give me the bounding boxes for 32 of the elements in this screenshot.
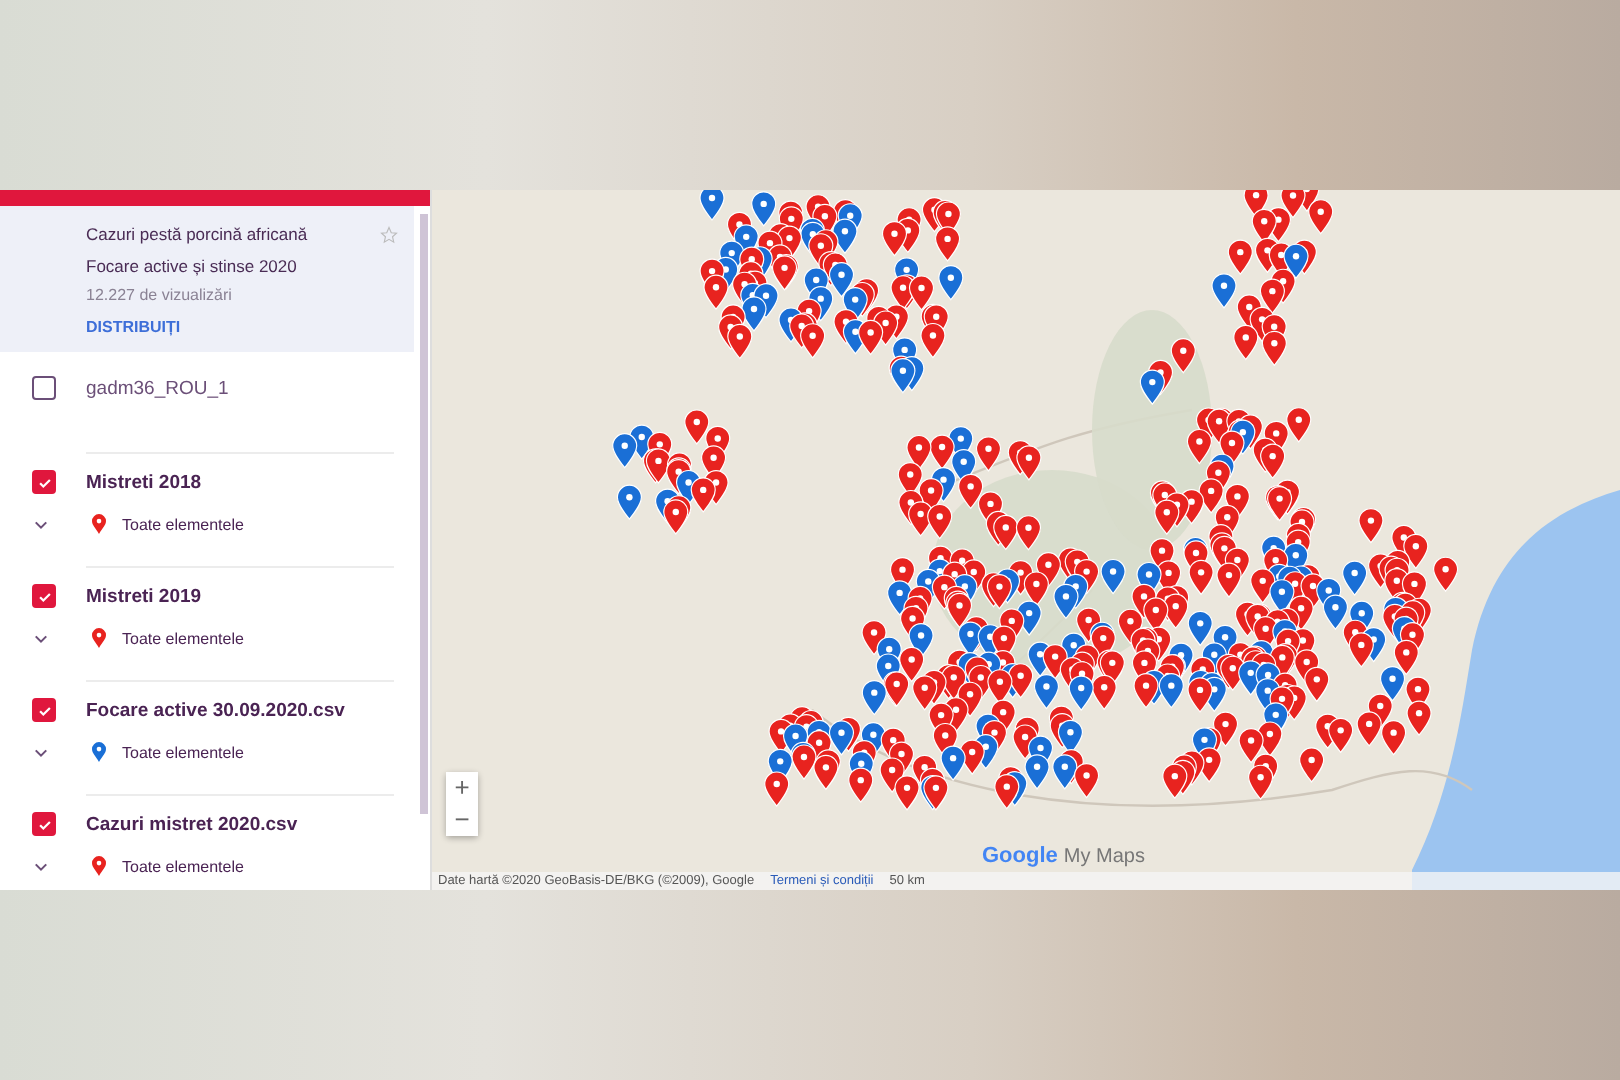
layer-name: Mistreti 2019 — [86, 585, 202, 607]
scrollbar[interactable] — [420, 214, 428, 814]
layer-style-label[interactable]: Toate elementele — [122, 743, 244, 761]
layer-style-label[interactable]: Toate elementele — [122, 629, 244, 647]
checkmark-icon — [37, 589, 51, 603]
layer-name: Cazuri mistret 2020.csv — [86, 813, 298, 835]
layer-name: Focare active 30.09.2020.csv — [86, 699, 345, 721]
chevron-down-icon[interactable] — [34, 633, 48, 643]
google-logo: Google — [982, 844, 1058, 868]
layer-checkbox[interactable] — [32, 376, 56, 400]
map-title: Focare active și stinse 2020 — [86, 254, 297, 280]
layer-name: Mistreti 2018 — [86, 471, 202, 493]
chevron-down-icon[interactable] — [34, 861, 48, 871]
layer-style-label[interactable]: Toate elementele — [122, 857, 244, 875]
layer-style-label[interactable]: Toate elementele — [122, 515, 244, 533]
checkmark-icon — [37, 703, 51, 717]
layer-checkbox[interactable] — [32, 584, 56, 608]
map-title: Cazuri pestă porcină africană — [86, 222, 308, 248]
layer-checkbox[interactable] — [32, 470, 56, 494]
checkmark-icon — [37, 475, 51, 489]
share-link[interactable]: DISTRIBUIȚI — [86, 318, 181, 336]
layer-name: gadm36_ROU_1 — [86, 377, 229, 399]
star-icon[interactable] — [380, 226, 398, 244]
my-maps-label: My Maps — [1063, 846, 1145, 868]
chevron-down-icon[interactable] — [34, 519, 48, 529]
zoom-in-button[interactable]: + — [446, 772, 478, 804]
layer-checkbox[interactable] — [32, 812, 56, 836]
layer-checkbox[interactable] — [32, 698, 56, 722]
zoom-out-button[interactable]: − — [446, 804, 478, 836]
chevron-down-icon[interactable] — [34, 747, 48, 757]
view-count: 12.227 de vizualizări — [86, 286, 232, 304]
checkmark-icon — [37, 817, 51, 831]
